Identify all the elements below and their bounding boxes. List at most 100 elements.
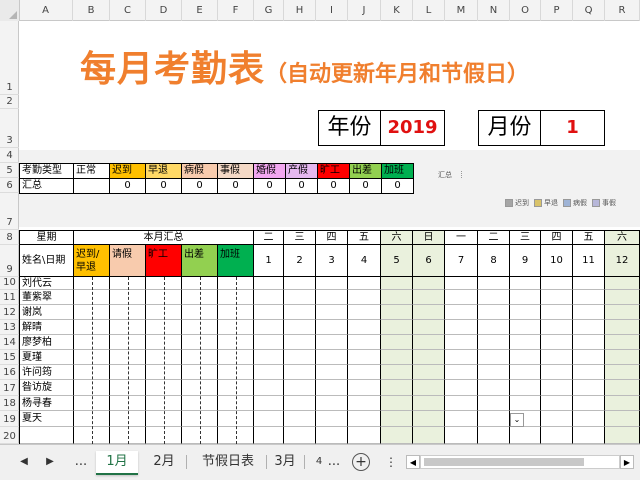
attendance-cell[interactable]: [541, 290, 573, 305]
attendance-cell[interactable]: [254, 350, 284, 365]
employee-name[interactable]: 谢岚: [20, 305, 74, 320]
year-value[interactable]: 2019: [381, 110, 445, 146]
row-header[interactable]: 14: [0, 335, 19, 350]
attendance-cell[interactable]: [413, 335, 445, 350]
attendance-cell[interactable]: [254, 277, 284, 290]
column-header[interactable]: A: [19, 0, 73, 21]
row-header[interactable]: 18: [0, 396, 19, 411]
attendance-cell[interactable]: [510, 350, 541, 365]
column-header[interactable]: E: [182, 0, 218, 21]
attendance-cell[interactable]: [478, 290, 510, 305]
attendance-cell[interactable]: [510, 320, 541, 335]
attendance-cell[interactable]: [284, 290, 316, 305]
attendance-cell[interactable]: [381, 427, 413, 444]
attendance-cell[interactable]: [316, 365, 348, 380]
attendance-cell[interactable]: [478, 427, 510, 444]
attendance-cell[interactable]: [254, 411, 284, 427]
attendance-cell[interactable]: [541, 365, 573, 380]
attendance-cell[interactable]: [605, 411, 640, 427]
attendance-cell[interactable]: [348, 290, 381, 305]
attendance-cell[interactable]: [284, 365, 316, 380]
attendance-cell[interactable]: [316, 335, 348, 350]
tab-1-month[interactable]: 1月: [96, 451, 138, 475]
attendance-cell[interactable]: [348, 427, 381, 444]
attendance-cell[interactable]: [445, 365, 478, 380]
row-header[interactable]: 5: [0, 163, 19, 178]
attendance-cell[interactable]: [316, 411, 348, 427]
dropdown-arrow-icon[interactable]: ⌄: [510, 413, 524, 427]
attendance-cell[interactable]: [445, 396, 478, 411]
attendance-cell[interactable]: [413, 305, 445, 320]
column-header[interactable]: C: [110, 0, 146, 21]
scrollbar-splitter[interactable]: ⋮: [385, 451, 397, 473]
employee-name[interactable]: [20, 427, 74, 444]
attendance-cell[interactable]: [413, 411, 445, 427]
attendance-cell[interactable]: [413, 380, 445, 396]
add-sheet-icon[interactable]: +: [352, 453, 370, 471]
column-header[interactable]: K: [381, 0, 413, 21]
attendance-cell[interactable]: [284, 350, 316, 365]
attendance-cell[interactable]: [413, 277, 445, 290]
attendance-cell[interactable]: [541, 335, 573, 350]
attendance-cell[interactable]: [284, 335, 316, 350]
attendance-cell[interactable]: [605, 350, 640, 365]
column-header[interactable]: M: [445, 0, 478, 21]
row-header[interactable]: 10: [0, 277, 19, 290]
column-header[interactable]: J: [348, 0, 381, 21]
attendance-cell[interactable]: [605, 290, 640, 305]
column-header[interactable]: L: [413, 0, 445, 21]
attendance-cell[interactable]: [254, 380, 284, 396]
row-header[interactable]: 1: [0, 21, 19, 95]
scroll-right-icon[interactable]: ▶: [40, 451, 60, 473]
attendance-cell[interactable]: [605, 396, 640, 411]
attendance-cell[interactable]: [381, 350, 413, 365]
column-header[interactable]: D: [146, 0, 182, 21]
attendance-cell[interactable]: [605, 305, 640, 320]
attendance-cell[interactable]: [348, 277, 381, 290]
attendance-cell[interactable]: [348, 335, 381, 350]
row-header[interactable]: 7: [0, 193, 19, 230]
attendance-cell[interactable]: [541, 320, 573, 335]
attendance-cell[interactable]: [541, 380, 573, 396]
select-all-corner[interactable]: [0, 0, 20, 21]
column-header[interactable]: Q: [573, 0, 605, 21]
attendance-cell[interactable]: [510, 396, 541, 411]
attendance-cell[interactable]: [478, 335, 510, 350]
attendance-cell[interactable]: [254, 290, 284, 305]
attendance-cell[interactable]: [254, 396, 284, 411]
attendance-cell[interactable]: [478, 277, 510, 290]
attendance-cell[interactable]: [348, 350, 381, 365]
attendance-cell[interactable]: [605, 320, 640, 335]
employee-name[interactable]: 杨寻春: [20, 396, 74, 411]
attendance-cell[interactable]: [541, 277, 573, 290]
employee-name[interactable]: 刘代云: [20, 277, 74, 290]
attendance-cell[interactable]: [573, 427, 605, 444]
attendance-cell[interactable]: [478, 380, 510, 396]
attendance-cell[interactable]: [316, 305, 348, 320]
attendance-cell[interactable]: [541, 305, 573, 320]
more-tabs-right[interactable]: ...: [324, 451, 344, 473]
attendance-cell[interactable]: [445, 350, 478, 365]
row-header[interactable]: 8: [0, 230, 19, 245]
attendance-cell[interactable]: [316, 380, 348, 396]
column-header[interactable]: G: [254, 0, 284, 21]
attendance-cell[interactable]: [445, 277, 478, 290]
row-header[interactable]: 13: [0, 320, 19, 335]
row-header[interactable]: 16: [0, 365, 19, 380]
row-header[interactable]: 3: [0, 109, 19, 148]
hscroll-left-icon[interactable]: ◀: [406, 455, 420, 469]
attendance-cell[interactable]: [284, 277, 316, 290]
attendance-cell[interactable]: [605, 277, 640, 290]
employee-name[interactable]: 廖梦柏: [20, 335, 74, 350]
attendance-cell[interactable]: [605, 365, 640, 380]
attendance-cell[interactable]: [445, 427, 478, 444]
column-header[interactable]: H: [284, 0, 316, 21]
attendance-cell[interactable]: [254, 305, 284, 320]
attendance-cell[interactable]: [510, 305, 541, 320]
attendance-cell[interactable]: [541, 427, 573, 444]
attendance-cell[interactable]: [573, 396, 605, 411]
attendance-cell[interactable]: [573, 305, 605, 320]
column-header[interactable]: B: [73, 0, 110, 21]
attendance-cell[interactable]: [605, 335, 640, 350]
attendance-cell[interactable]: [284, 320, 316, 335]
